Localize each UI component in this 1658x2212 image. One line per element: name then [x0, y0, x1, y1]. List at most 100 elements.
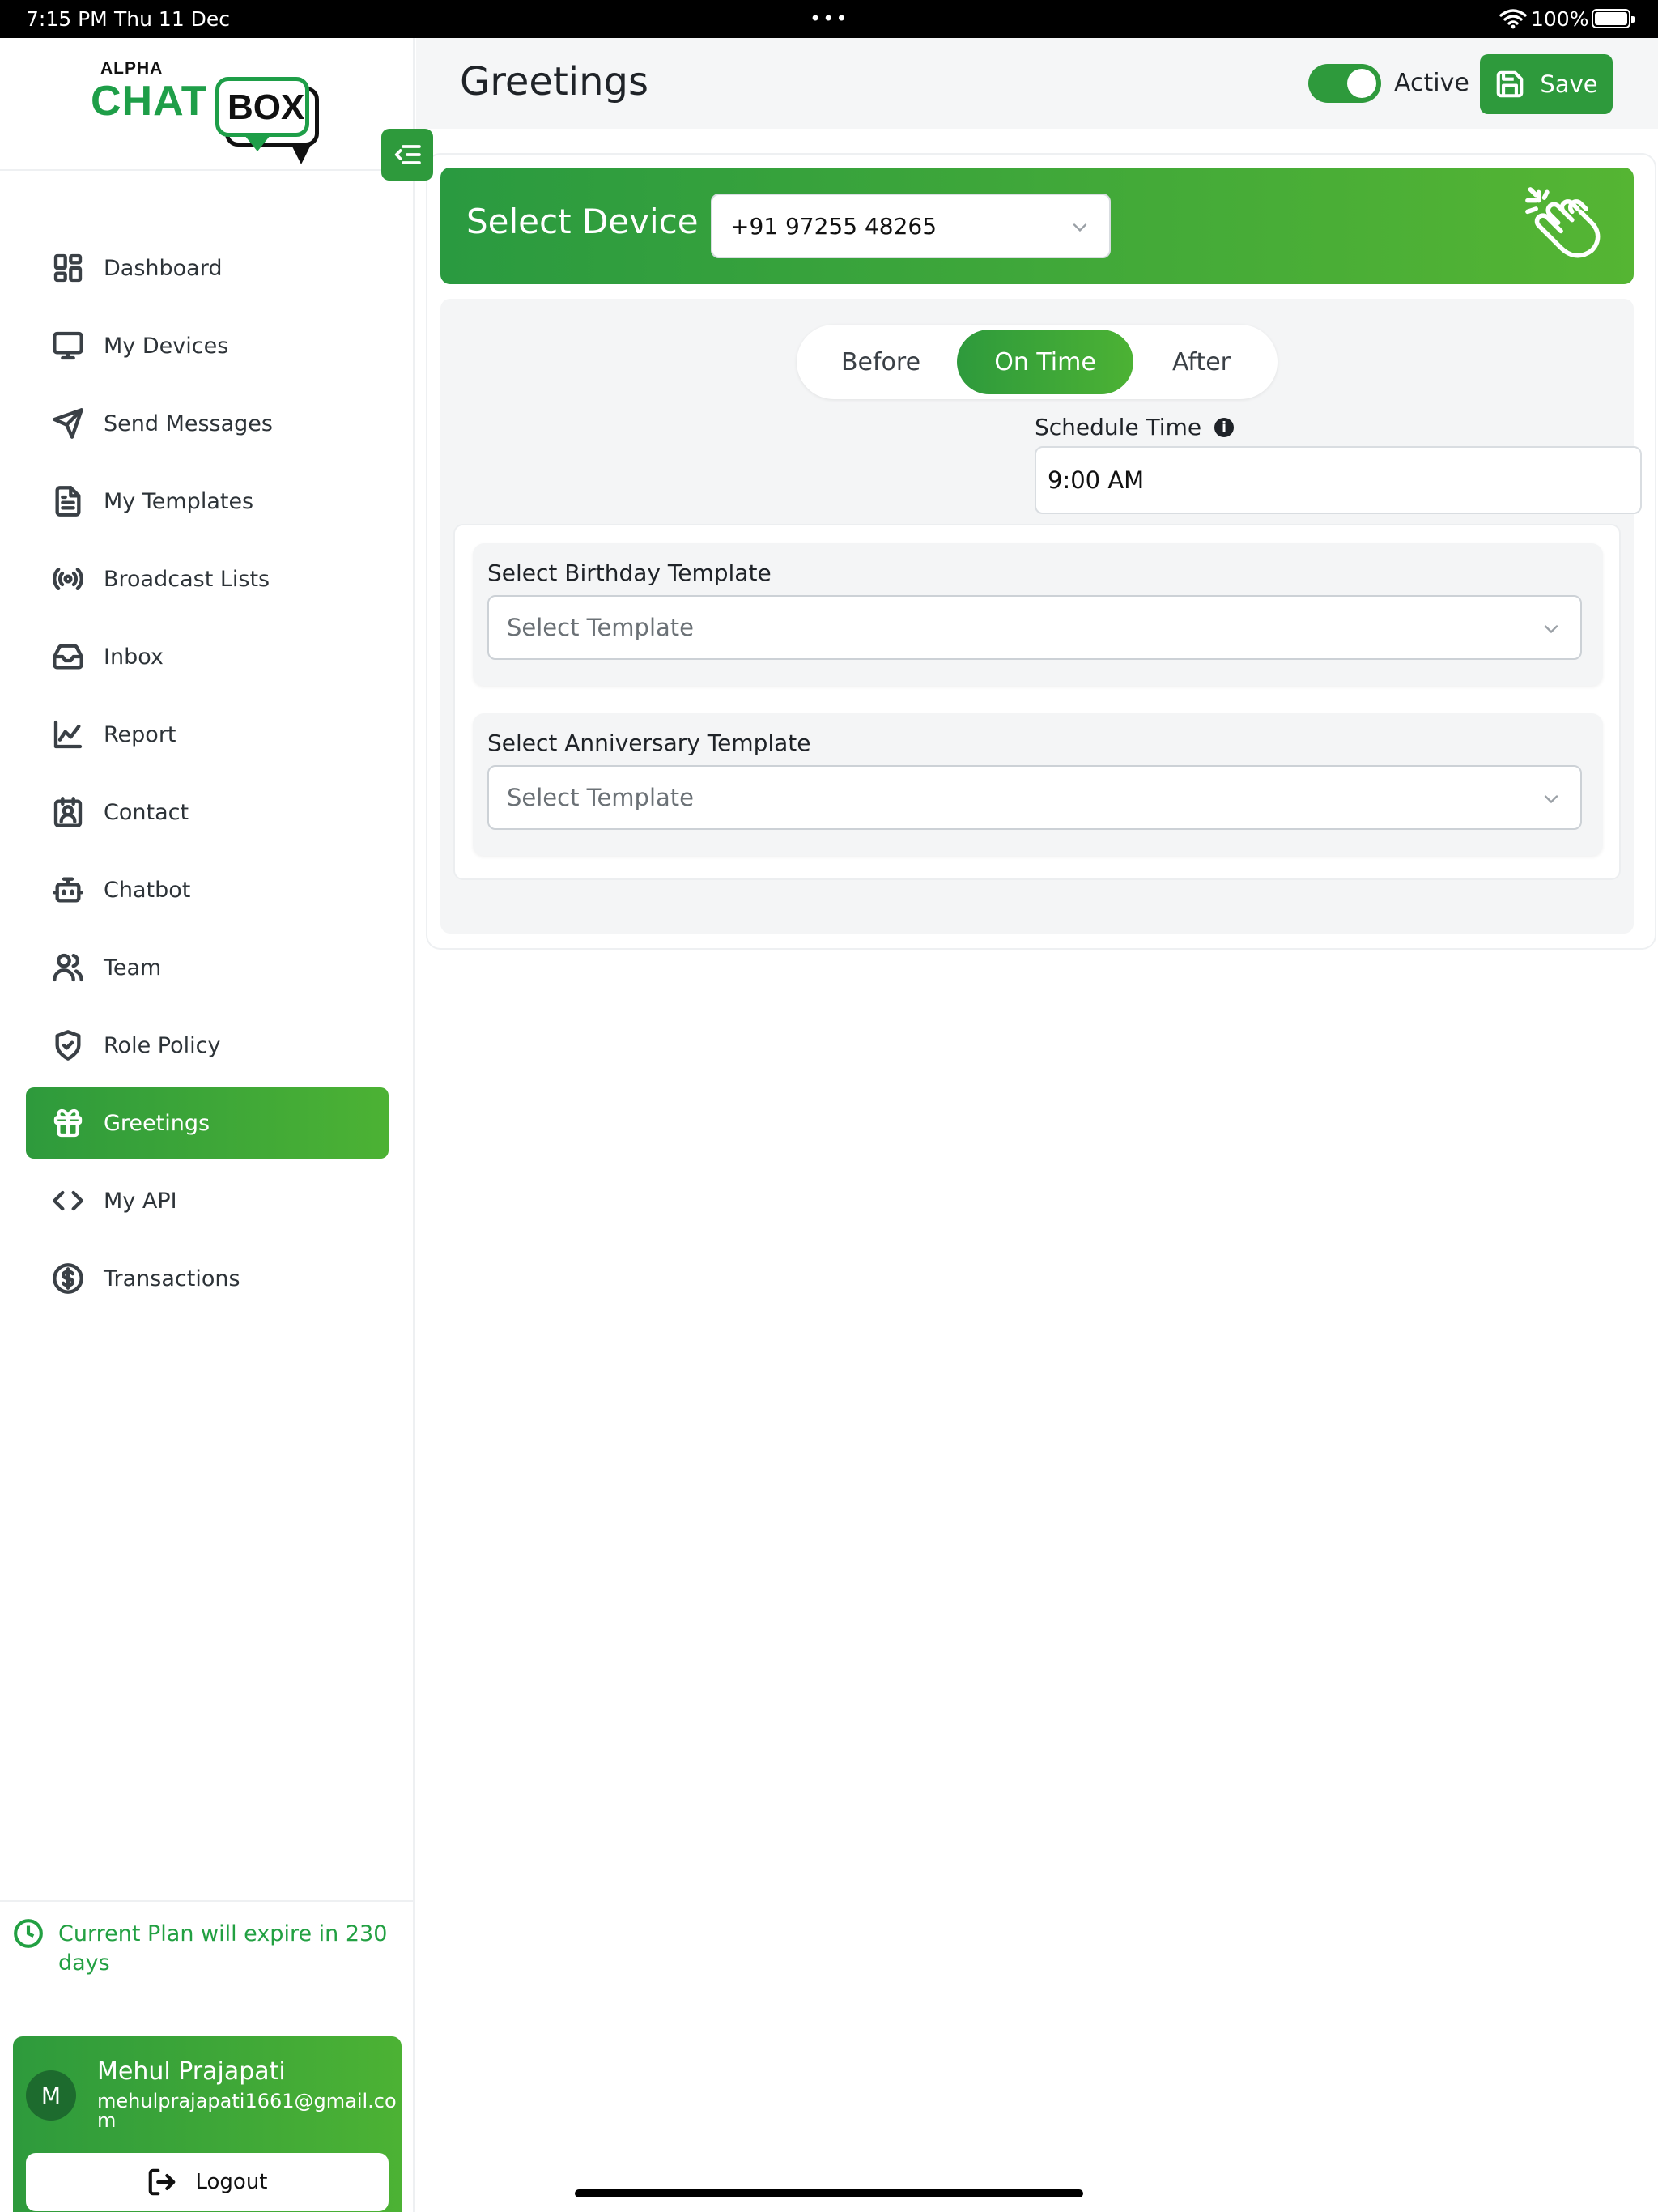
sidebar-item-inbox[interactable]: Inbox [26, 621, 389, 692]
schedule-time-value: 9:00 AM [1048, 466, 1145, 494]
sidebar-item-label: My API [104, 1188, 177, 1214]
chevron-down-icon [1073, 223, 1087, 232]
birthday-template-block: Select Birthday Template Select Template [473, 543, 1603, 686]
clock-icon [13, 1918, 44, 1978]
pointing-hand-icon [1525, 187, 1601, 258]
logout-label: Logout [195, 2170, 268, 2194]
schedule-section: Before On Time After Schedule Time i 9:0… [440, 299, 1642, 934]
sidebar-item-chatbot[interactable]: Chatbot [26, 854, 389, 925]
broadcast-icon [52, 563, 84, 595]
select-device-label: Select Device [466, 202, 699, 241]
send-icon [52, 407, 84, 440]
sidebar-item-my-templates[interactable]: My Templates [26, 466, 389, 537]
save-label: Save [1540, 70, 1598, 98]
chart-icon [52, 718, 84, 751]
active-toggle[interactable] [1308, 64, 1381, 103]
schedule-time-input[interactable]: 9:00 AM [1035, 446, 1642, 514]
sidebar-item-label: Greetings [104, 1110, 210, 1136]
grid-icon [52, 252, 84, 284]
sidebar-item-label: Broadcast Lists [104, 566, 270, 592]
shield-icon [52, 1029, 84, 1061]
device-select-value: +91 97255 48265 [730, 212, 937, 240]
sidebar-item-label: Inbox [104, 644, 164, 670]
birthday-template-placeholder: Select Template [507, 614, 695, 641]
birthday-template-label: Select Birthday Template [487, 559, 772, 586]
battery-percent: 100% [1531, 7, 1589, 31]
sidebar-item-my-devices[interactable]: My Devices [26, 310, 389, 381]
timing-option-after[interactable]: After [1133, 330, 1269, 394]
status-time: 7:15 PM [26, 7, 108, 31]
user-email: mehulprajapati1661@gmail.com [97, 2090, 397, 2132]
sidebar-item-team[interactable]: Team [26, 932, 389, 1003]
sidebar-item-transactions[interactable]: Transactions [26, 1243, 389, 1314]
sidebar-item-label: My Templates [104, 488, 254, 514]
birthday-template-select[interactable]: Select Template [487, 595, 1582, 660]
gift-icon [52, 1107, 84, 1139]
save-icon [1497, 70, 1524, 98]
alpha-chatbox-logo[interactable]: ALPHA CHAT BOX [91, 59, 334, 172]
avatar[interactable]: M [26, 2070, 76, 2121]
users-icon [52, 951, 84, 984]
anniversary-template-placeholder: Select Template [507, 784, 695, 811]
device-banner: Select Device +91 97255 48265 [440, 168, 1634, 284]
monitor-icon [52, 330, 84, 362]
home-indicator[interactable] [575, 2189, 1083, 2197]
sidebar-item-role-policy[interactable]: Role Policy [26, 1010, 389, 1081]
wifi-icon [1499, 9, 1527, 29]
logo-alpha: ALPHA [100, 59, 164, 78]
schedule-time-text: Schedule Time [1035, 414, 1202, 440]
info-icon[interactable]: i [1214, 417, 1235, 437]
anniversary-template-label: Select Anniversary Template [487, 730, 811, 756]
sidebar-item-label: Send Messages [104, 410, 273, 436]
save-button[interactable]: Save [1480, 54, 1613, 114]
chevron-down-icon [1544, 795, 1558, 804]
collapse-sidebar-button[interactable] [381, 129, 433, 181]
logout-button[interactable]: Logout [26, 2153, 389, 2211]
sidebar-nav: Dashboard My Devices Send Messages My Te… [26, 232, 389, 1321]
timing-option-on-time[interactable]: On Time [957, 330, 1133, 394]
templates-card: Select Birthday Template Select Template… [453, 524, 1621, 880]
device-select[interactable]: +91 97255 48265 [711, 194, 1111, 258]
sidebar: ALPHA CHAT BOX Dashboard My Devices Send… [0, 38, 414, 2212]
sidebar-item-greetings[interactable]: Greetings [26, 1087, 389, 1159]
user-name: Mehul Prajapati [97, 2057, 286, 2086]
page-header: Greetings Active Save [416, 38, 1658, 129]
document-icon [52, 485, 84, 517]
sidebar-item-label: Chatbot [104, 877, 191, 903]
dollar-icon [52, 1262, 84, 1295]
sidebar-item-label: Contact [104, 799, 189, 825]
status-date: Thu 11 Dec [114, 7, 231, 31]
chevron-down-icon [1544, 625, 1558, 634]
sidebar-item-label: Role Policy [104, 1032, 221, 1058]
main-content: Greetings Active Save Select Device +91 … [416, 38, 1658, 2212]
sidebar-item-label: My Devices [104, 333, 229, 359]
timing-option-before[interactable]: Before [805, 330, 957, 394]
plan-expiry-notice: Current Plan will expire in 230 days [13, 1918, 393, 1978]
anniversary-template-select[interactable]: Select Template [487, 765, 1582, 830]
contact-icon [52, 796, 84, 828]
sidebar-item-contact[interactable]: Contact [26, 776, 389, 848]
robot-icon [52, 874, 84, 906]
inbox-icon [52, 640, 84, 673]
collapse-menu-icon [394, 145, 421, 164]
anniversary-template-block: Select Anniversary Template Select Templ… [473, 713, 1603, 856]
user-card: M Mehul Prajapati mehulprajapati1661@gma… [13, 2036, 402, 2212]
sidebar-item-broadcast-lists[interactable]: Broadcast Lists [26, 543, 389, 615]
status-bar: 7:15 PM Thu 11 Dec ••• 100% [0, 0, 1658, 38]
sidebar-item-report[interactable]: Report [26, 699, 389, 770]
sidebar-item-label: Transactions [104, 1266, 240, 1291]
schedule-time-label: Schedule Time i [1035, 414, 1235, 440]
plan-expiry-text: Current Plan will expire in 230 days [58, 1921, 388, 1976]
active-label: Active [1394, 69, 1469, 97]
sidebar-item-label: Report [104, 721, 176, 747]
page-title: Greetings [460, 59, 648, 104]
multitasking-dots[interactable]: ••• [810, 7, 848, 30]
sidebar-item-label: Dashboard [104, 255, 223, 281]
logo-chat: CHAT [91, 78, 208, 125]
code-icon [52, 1185, 84, 1217]
sidebar-item-label: Team [104, 955, 162, 981]
sidebar-item-dashboard[interactable]: Dashboard [26, 232, 389, 304]
timing-segmented-control: Before On Time After [797, 325, 1278, 399]
sidebar-item-my-api[interactable]: My API [26, 1165, 389, 1236]
sidebar-item-send-messages[interactable]: Send Messages [26, 388, 389, 459]
